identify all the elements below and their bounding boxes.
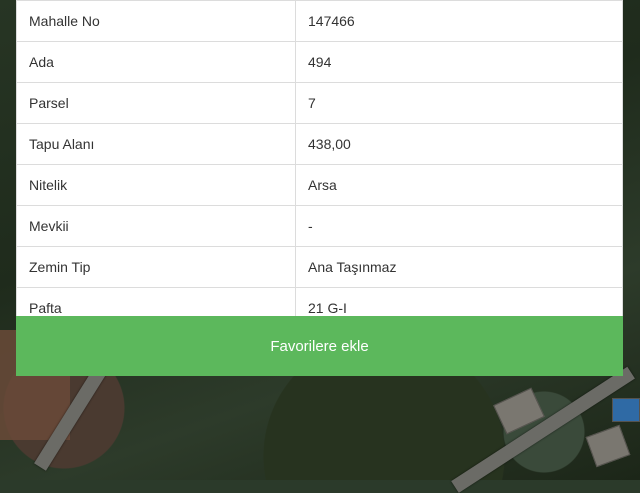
- row-label: Mahalle No: [16, 0, 296, 42]
- row-value: 438,00: [295, 123, 623, 165]
- row-value: 7: [295, 82, 623, 124]
- table-row: Zemin Tip Ana Taşınmaz: [16, 246, 623, 288]
- row-value: 21 G-I: [295, 287, 623, 316]
- map-building: [612, 398, 640, 422]
- table-row: Pafta 21 G-I: [16, 287, 623, 316]
- row-value: -: [295, 205, 623, 247]
- row-label: Pafta: [16, 287, 296, 316]
- table-row: Mahalle No 147466: [16, 0, 623, 42]
- table-row: Nitelik Arsa: [16, 164, 623, 206]
- table-row: Parsel 7: [16, 82, 623, 124]
- row-value: Arsa: [295, 164, 623, 206]
- row-label: Tapu Alanı: [16, 123, 296, 165]
- row-label: Zemin Tip: [16, 246, 296, 288]
- row-value: 494: [295, 41, 623, 83]
- parcel-info-panel: Mahalle No 147466 Ada 494 Parsel 7 Tapu …: [16, 0, 623, 376]
- table-row: Mevkii -: [16, 205, 623, 247]
- row-value: Ana Taşınmaz: [295, 246, 623, 288]
- parcel-info-table: Mahalle No 147466 Ada 494 Parsel 7 Tapu …: [16, 0, 623, 316]
- map-building: [585, 424, 631, 468]
- row-label: Mevkii: [16, 205, 296, 247]
- table-row: Tapu Alanı 438,00: [16, 123, 623, 165]
- row-label: Ada: [16, 41, 296, 83]
- add-to-favorites-button[interactable]: Favorilere ekle: [16, 316, 623, 376]
- row-value: 147466: [295, 0, 623, 42]
- parcel-info-scroll-area[interactable]: Mahalle No 147466 Ada 494 Parsel 7 Tapu …: [16, 0, 623, 316]
- table-row: Ada 494: [16, 41, 623, 83]
- row-label: Parsel: [16, 82, 296, 124]
- row-label: Nitelik: [16, 164, 296, 206]
